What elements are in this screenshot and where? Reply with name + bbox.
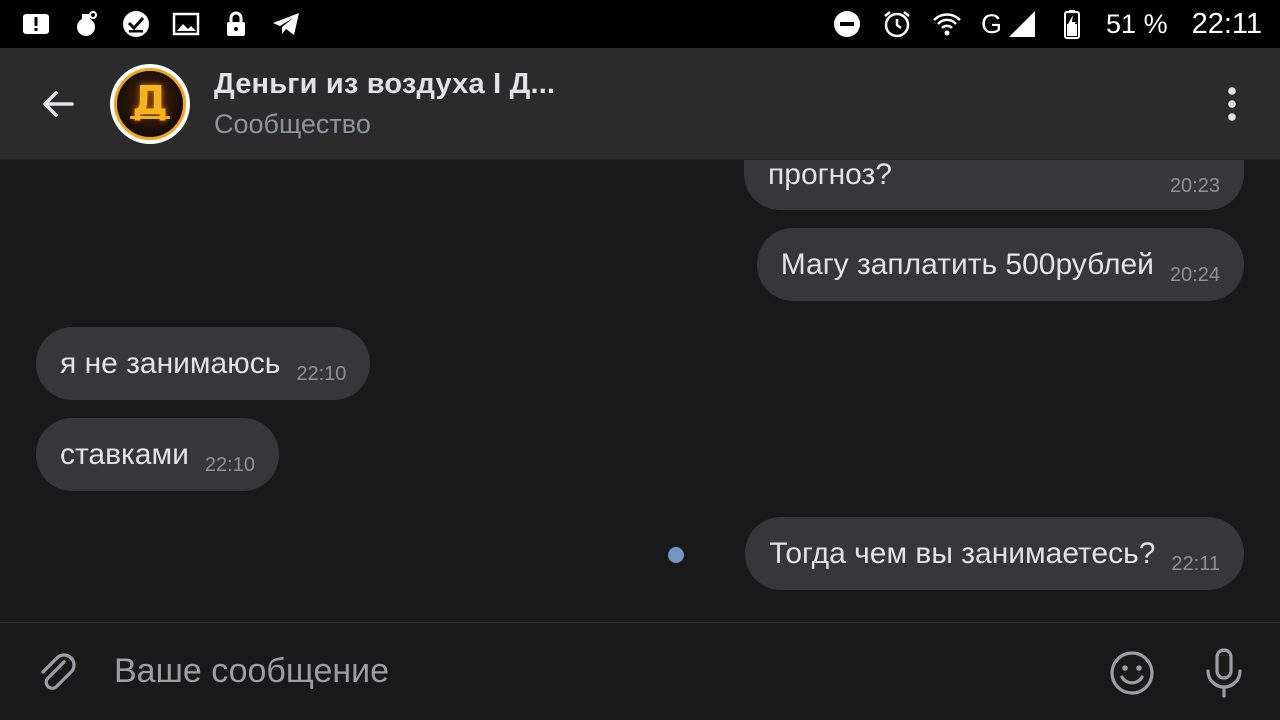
emoji-button[interactable] bbox=[1108, 649, 1156, 697]
avatar-logo: Д bbox=[114, 67, 186, 140]
status-bar: G 51 % 22:11 bbox=[0, 0, 1280, 48]
signal-icon bbox=[1006, 8, 1038, 40]
telegram-icon bbox=[270, 8, 302, 40]
check-badge-icon bbox=[120, 8, 152, 40]
message-bubble-outgoing[interactable]: прогноз? 20:23 bbox=[744, 160, 1244, 210]
message-text: ставками bbox=[60, 437, 189, 471]
do-not-disturb-icon bbox=[831, 8, 863, 40]
message-bubble-outgoing[interactable]: Магу заплатить 500рублей 20:24 bbox=[756, 228, 1244, 301]
arrow-left-icon bbox=[43, 90, 74, 117]
microphone-icon bbox=[1206, 648, 1242, 698]
message-time: 22:10 bbox=[296, 363, 347, 385]
message-bubble-incoming[interactable]: ставками 22:10 bbox=[36, 418, 279, 491]
avatar-caption-mark bbox=[130, 115, 170, 119]
message-input[interactable] bbox=[114, 641, 1014, 702]
message-text: прогноз? bbox=[768, 160, 892, 191]
message-time: 22:10 bbox=[204, 454, 255, 476]
message-time: 20:24 bbox=[1169, 264, 1220, 286]
message-text: Магу заплатить 500рублей bbox=[780, 247, 1154, 281]
header-titles[interactable]: Деньги из воздуха I Д... Сообщество bbox=[214, 68, 555, 140]
chat-subtitle: Сообщество bbox=[214, 108, 371, 139]
hand-grenade-icon bbox=[70, 8, 102, 40]
notification-alert-icon bbox=[20, 8, 52, 40]
lock-icon bbox=[220, 8, 252, 40]
more-vertical-icon bbox=[1228, 87, 1236, 121]
message-text: я не занимаюсь bbox=[60, 346, 281, 380]
wifi-icon bbox=[931, 8, 963, 40]
message-bubble-outgoing[interactable]: Тогда чем вы занимаетесь? 22:11 bbox=[745, 517, 1244, 590]
network-type-label: G bbox=[981, 8, 1003, 39]
more-options-button[interactable] bbox=[1212, 84, 1252, 124]
smile-icon bbox=[1110, 651, 1154, 695]
message-composer bbox=[0, 622, 1280, 720]
message-text: Тогда чем вы занимаетесь? bbox=[769, 536, 1156, 570]
back-button[interactable] bbox=[28, 74, 88, 134]
chat-header: Д Деньги из воздуха I Д... Сообщество bbox=[0, 48, 1280, 160]
paperclip-icon bbox=[41, 652, 76, 690]
chat-title: Деньги из воздуха I Д... bbox=[214, 67, 556, 100]
avatar-letter: Д bbox=[132, 77, 168, 124]
unread-indicator bbox=[668, 547, 684, 563]
message-time: 20:23 bbox=[1169, 175, 1220, 197]
message-bubble-incoming[interactable]: я не занимаюсь 22:10 bbox=[36, 327, 371, 400]
status-time: 22:11 bbox=[1191, 7, 1262, 40]
battery-charging-icon bbox=[1056, 8, 1088, 40]
alarm-clock-icon bbox=[881, 8, 913, 40]
community-avatar[interactable]: Д bbox=[110, 63, 190, 144]
attach-button[interactable] bbox=[34, 648, 82, 696]
battery-percent: 51 % bbox=[1106, 8, 1168, 39]
message-list[interactable]: прогноз? 20:23 Магу заплатить 500рублей … bbox=[0, 160, 1280, 622]
status-bar-right: G 51 % 22:11 bbox=[831, 8, 1262, 41]
message-time: 22:11 bbox=[1171, 553, 1220, 575]
voice-message-button[interactable] bbox=[1200, 647, 1248, 699]
status-bar-left bbox=[20, 8, 302, 40]
image-icon bbox=[170, 8, 202, 40]
